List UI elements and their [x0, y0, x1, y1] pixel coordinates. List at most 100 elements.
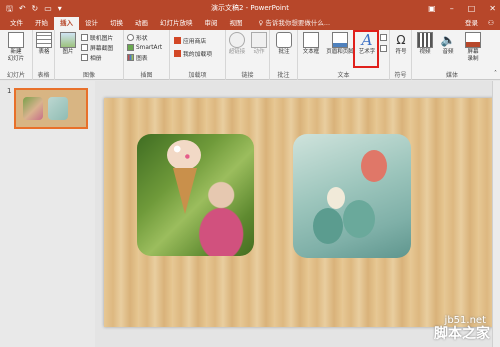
tab-slideshow[interactable]: 幻灯片放映 — [154, 17, 199, 30]
action-icon — [251, 32, 267, 48]
hyperlink-button[interactable]: 超链接 — [226, 32, 248, 56]
picture-icon — [60, 32, 76, 48]
speaker-icon: 🔈 — [440, 33, 456, 47]
slide-number: 1 — [7, 87, 12, 95]
my-addins-icon — [174, 50, 181, 57]
ribbon-tabs: 文件 开始 插入 设计 切换 动画 幻灯片放映 审阅 视图 ♀ 告诉我你想要做什… — [0, 17, 500, 30]
ice-cream-scoop — [167, 140, 201, 170]
thumbnail-photo-right — [48, 97, 68, 120]
balloon-green-right — [343, 200, 375, 238]
balloon-green-left — [313, 208, 343, 244]
online-pictures-icon — [81, 34, 88, 41]
title-bar: 🖫 ↶ ↻ ▭ ▾ 演示文稿2 - PowerPoint ▣ – □ ✕ — [0, 0, 500, 17]
minimize-icon[interactable]: – — [450, 0, 454, 17]
comment-icon — [276, 32, 292, 48]
group-images: 图片 联机图片 屏幕截图 相册 图像 — [55, 30, 124, 80]
group-text: 文本框 页眉和页脚 A 艺术字 文本 — [298, 30, 390, 80]
omega-icon: Ω — [396, 33, 406, 47]
login-link[interactable]: 登录 — [465, 17, 478, 30]
shapes-icon — [127, 34, 134, 41]
header-footer-icon — [332, 32, 348, 48]
online-pictures-button[interactable]: 联机图片 — [81, 33, 113, 42]
pictures-button[interactable]: 图片 — [57, 32, 79, 56]
action-button[interactable]: 动作 — [248, 32, 270, 56]
comment-button[interactable]: 批注 — [273, 32, 295, 56]
ribbon-insert: 新建 幻灯片 幻灯片 表格 表格 图片 联机图片 屏幕截图 相册 图像 形状 S… — [0, 30, 500, 80]
text-extra-button-2[interactable] — [380, 44, 387, 53]
slide-thumbnail[interactable] — [14, 88, 88, 129]
table-icon — [36, 32, 52, 48]
maximize-icon[interactable]: □ — [468, 0, 476, 17]
tell-me-search[interactable]: ♀ 告诉我你想要做什么... — [259, 17, 331, 30]
text-extra-button[interactable] — [380, 33, 387, 42]
tab-design[interactable]: 设计 — [79, 17, 104, 30]
audio-button[interactable]: 🔈 音频 — [437, 32, 459, 56]
photo-balloons[interactable] — [293, 134, 411, 258]
video-icon — [417, 32, 433, 48]
group-addins: 应用商店 我的加载项 加载项 — [170, 30, 226, 80]
text-option-icon — [380, 34, 387, 41]
quick-access-toolbar: 🖫 ↶ ↻ ▭ ▾ — [0, 0, 62, 17]
group-symbols: Ω 符号 符号 — [390, 30, 412, 80]
tab-transitions[interactable]: 切换 — [104, 17, 129, 30]
window-controls: ▣ – □ ✕ — [428, 0, 496, 17]
window-title: 演示文稿2 - PowerPoint — [211, 4, 289, 12]
group-tables: 表格 表格 — [33, 30, 55, 80]
tab-view[interactable]: 视图 — [224, 17, 249, 30]
chart-icon — [127, 54, 134, 61]
new-slide-button[interactable]: 新建 幻灯片 — [5, 32, 27, 63]
group-illustrations: 形状 SmartArt 图表 插图 — [124, 30, 170, 80]
my-addins-button[interactable]: 我的加载项 — [174, 49, 212, 58]
album-icon — [81, 54, 88, 61]
wordart-highlight — [353, 30, 379, 68]
screenshot-icon — [81, 44, 88, 51]
balloon-red — [361, 150, 387, 182]
video-button[interactable]: 视频 — [414, 32, 436, 56]
save-icon[interactable]: 🖫 — [6, 0, 13, 17]
redo-icon[interactable]: ↻ — [32, 0, 39, 17]
group-comments: 批注 批注 — [270, 30, 298, 80]
vertical-scrollbar[interactable] — [492, 81, 500, 347]
close-icon[interactable]: ✕ — [489, 0, 496, 17]
group-media: 视频 🔈 音频 屏幕 录制 媒体 — [412, 30, 492, 80]
symbols-button[interactable]: Ω 符号 — [390, 32, 412, 56]
textbox-icon — [303, 32, 319, 48]
current-slide[interactable] — [104, 98, 500, 327]
tab-home[interactable]: 开始 — [29, 17, 54, 30]
smartart-icon — [127, 44, 134, 51]
screen-record-button[interactable]: 屏幕 录制 — [462, 32, 484, 63]
store-button[interactable]: 应用商店 — [174, 36, 206, 45]
screen-record-icon — [465, 32, 481, 48]
start-from-beginning-icon[interactable]: ▭ — [44, 0, 52, 17]
album-button[interactable]: 相册 — [81, 53, 102, 62]
tab-review[interactable]: 审阅 — [199, 17, 224, 30]
thumbnail-photo-left — [23, 97, 43, 120]
group-slides: 新建 幻灯片 幻灯片 — [0, 30, 33, 80]
chart-button[interactable]: 图表 — [127, 53, 148, 62]
ribbon-display-options-icon[interactable]: ▣ — [428, 0, 436, 17]
group-links: 超链接 动作 链接 — [226, 30, 270, 80]
table-button[interactable]: 表格 — [33, 32, 55, 56]
customize-qat-icon[interactable]: ▾ — [58, 0, 62, 17]
textbox-button[interactable]: 文本框 — [300, 32, 322, 56]
smartart-button[interactable]: SmartArt — [127, 43, 162, 52]
tab-file[interactable]: 文件 — [4, 17, 29, 30]
header-footer-button[interactable]: 页眉和页脚 — [326, 32, 354, 56]
hyperlink-icon — [229, 32, 245, 48]
photo-ice-cream[interactable] — [137, 134, 254, 256]
ice-cream-cone — [173, 168, 197, 214]
watermark-site-name: 脚本之家 — [434, 326, 490, 342]
text-option-icon-2 — [380, 45, 387, 52]
store-icon — [174, 37, 181, 44]
slide-editing-area — [95, 81, 500, 347]
share-icon[interactable]: ⚇ — [488, 17, 494, 30]
slide-thumbnail-pane: 1 — [0, 81, 95, 347]
new-slide-icon — [8, 32, 24, 48]
shapes-button[interactable]: 形状 — [127, 33, 148, 42]
tab-animations[interactable]: 动画 — [129, 17, 154, 30]
undo-icon[interactable]: ↶ — [19, 0, 26, 17]
screenshot-button[interactable]: 屏幕截图 — [81, 43, 113, 52]
tab-insert[interactable]: 插入 — [54, 17, 79, 30]
balloon-white — [327, 187, 345, 209]
collapse-ribbon-icon[interactable]: ˄ — [494, 70, 497, 77]
